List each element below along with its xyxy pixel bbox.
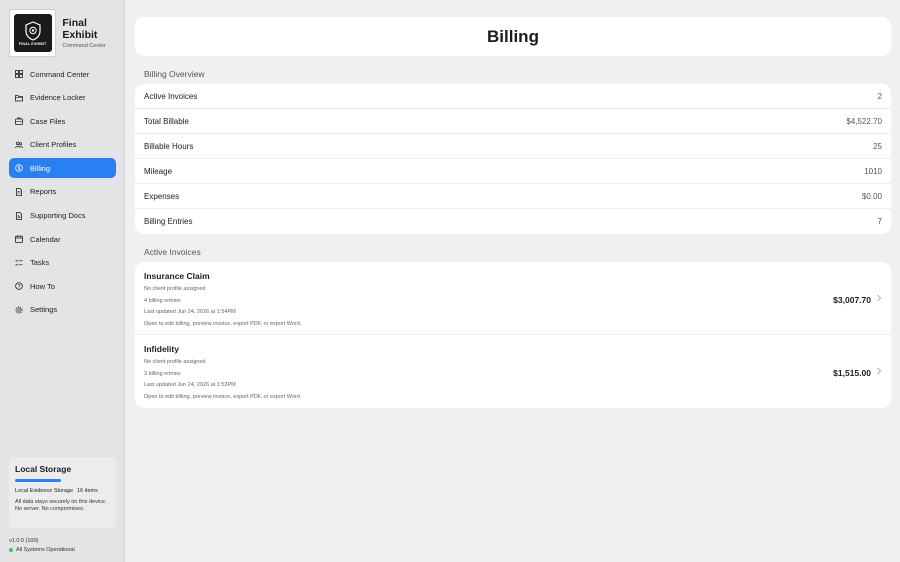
help-circle-icon (15, 282, 23, 291)
sidebar-item-label: Reports (30, 187, 57, 197)
sidebar-item-settings[interactable]: Settings (9, 300, 116, 320)
sidebar-item-label: Settings (30, 305, 58, 315)
sidebar-item-label: Billing (30, 163, 51, 173)
overview-row-total-billable: Total Billable $4,522.70 (135, 109, 891, 134)
system-status-text: All Systems Operational (16, 547, 75, 553)
app-version: v1.0.0 (100) (9, 538, 39, 544)
overview-value: $4,522.70 (846, 116, 882, 126)
status-dot-icon (9, 548, 13, 552)
sidebar-item-label: Client Profiles (30, 140, 77, 150)
chevron-right-icon (877, 367, 882, 375)
active-invoices-label: Active Invoices (144, 247, 201, 257)
checklist-icon (15, 259, 23, 266)
shield-icon (25, 20, 41, 41)
sidebar-item-case-files[interactable]: Case Files (9, 111, 116, 131)
billing-overview-label: Billing Overview (144, 69, 205, 79)
billing-overview-card: Active Invoices 2 Total Billable $4,522.70… (135, 84, 891, 234)
invoice-item-infidelity[interactable]: Infidelity No client profile assigned 3 … (135, 335, 891, 408)
overview-row-expenses: Expenses $0.00 (135, 184, 891, 209)
sidebar-item-label: Command Center (30, 69, 90, 79)
sidebar-item-label: Tasks (30, 258, 50, 268)
sidebar-item-how-to[interactable]: How To (9, 276, 116, 296)
calendar-icon (15, 235, 23, 244)
app-logo: FINAL EXHIBIT (9, 9, 57, 57)
page-title: Billing (487, 26, 539, 46)
overview-value: 25 (873, 141, 882, 151)
sidebar-item-tasks[interactable]: Tasks (9, 253, 116, 273)
invoice-item-insurance-claim[interactable]: Insurance Claim No client profile assign… (135, 262, 891, 335)
overview-label: Mileage (144, 166, 173, 176)
invoice-client: No client profile assigned (144, 359, 206, 365)
grid-icon (15, 70, 23, 78)
overview-value: 1010 (864, 166, 882, 176)
logo-text: FINAL EXHIBIT (18, 41, 47, 46)
document-icon (16, 188, 22, 196)
sidebar-item-label: Calendar (30, 234, 61, 244)
sidebar-item-evidence-locker[interactable]: Evidence Locker (9, 88, 116, 108)
invoice-entries: 3 billing entries (144, 370, 181, 377)
sidebar-item-supporting-docs[interactable]: Supporting Docs (9, 206, 116, 226)
storage-count: 16 items (77, 487, 98, 494)
invoice-entries: 4 billing entries (144, 297, 181, 304)
sidebar-item-billing[interactable]: Billing (9, 158, 116, 179)
local-storage-panel: Local Storage Local Evidence Storage 16 … (9, 457, 116, 528)
overview-row-active-invoices: Active Invoices 2 (135, 84, 891, 109)
page-header: Billing (135, 17, 891, 56)
brand[interactable]: FINAL EXHIBIT Final Exhibit Command Cent… (9, 9, 124, 57)
invoice-updated: Last updated Jun 24, 2026 at 1:54PM (144, 309, 236, 316)
sidebar-item-client-profiles[interactable]: Client Profiles (9, 135, 116, 155)
main-content: Billing Billing Overview Active Invoices… (125, 0, 900, 562)
sidebar: FINAL EXHIBIT Final Exhibit Command Cent… (0, 0, 125, 562)
system-status: All Systems Operational (9, 547, 75, 553)
gear-icon (15, 306, 23, 314)
overview-label: Total Billable (144, 116, 189, 126)
storage-progress-bar (15, 479, 61, 482)
app-title: Final Exhibit (62, 17, 98, 41)
invoice-title: Insurance Claim (144, 271, 210, 281)
invoice-amount: $3,007.70 (833, 295, 871, 305)
storage-note: All data stays securely on this device. … (15, 498, 107, 513)
sidebar-item-label: Case Files (30, 116, 66, 126)
storage-title: Local Storage (15, 464, 72, 474)
doc-attachment-icon (16, 211, 22, 220)
app-subtitle: Command Center (62, 43, 106, 49)
overview-label: Billing Entries (144, 217, 193, 226)
sidebar-item-label: How To (30, 281, 55, 291)
invoice-client: No client profile assigned (144, 286, 206, 292)
storage-label: Local Evidence Storage (15, 487, 74, 494)
overview-label: Expenses (144, 191, 180, 201)
active-invoices-card: Insurance Claim No client profile assign… (135, 262, 891, 408)
overview-label: Active Invoices (144, 91, 198, 101)
invoice-hint: Open to edit billing, preview invoice, e… (144, 394, 302, 401)
sidebar-nav: Command Center Evidence Locker Case File… (9, 64, 116, 324)
sidebar-item-calendar[interactable]: Calendar (9, 229, 116, 249)
invoice-updated: Last updated Jun 24, 2026 at 1:53PM (144, 382, 236, 389)
sidebar-item-command-center[interactable]: Command Center (9, 64, 116, 84)
overview-row-mileage: Mileage 1010 (135, 159, 891, 184)
invoice-amount: $1,515.00 (833, 368, 871, 378)
overview-value: 7 (877, 217, 882, 226)
sidebar-item-reports[interactable]: Reports (9, 182, 116, 202)
dollar-circle-icon (15, 164, 23, 173)
invoice-title: Infidelity (144, 344, 179, 354)
overview-row-billable-hours: Billable Hours 25 (135, 134, 891, 159)
sidebar-item-label: Evidence Locker (30, 93, 86, 103)
chevron-right-icon (877, 294, 882, 302)
briefcase-icon (15, 117, 23, 126)
overview-value: 2 (877, 91, 882, 101)
folder-icon (15, 94, 23, 101)
invoice-hint: Open to edit billing, preview invoice, e… (144, 321, 302, 328)
overview-value: $0.00 (861, 191, 882, 201)
overview-row-billing-entries: Billing Entries 7 (135, 209, 891, 234)
sidebar-item-label: Supporting Docs (30, 211, 86, 221)
people-icon (15, 141, 23, 148)
overview-label: Billable Hours (144, 141, 194, 151)
